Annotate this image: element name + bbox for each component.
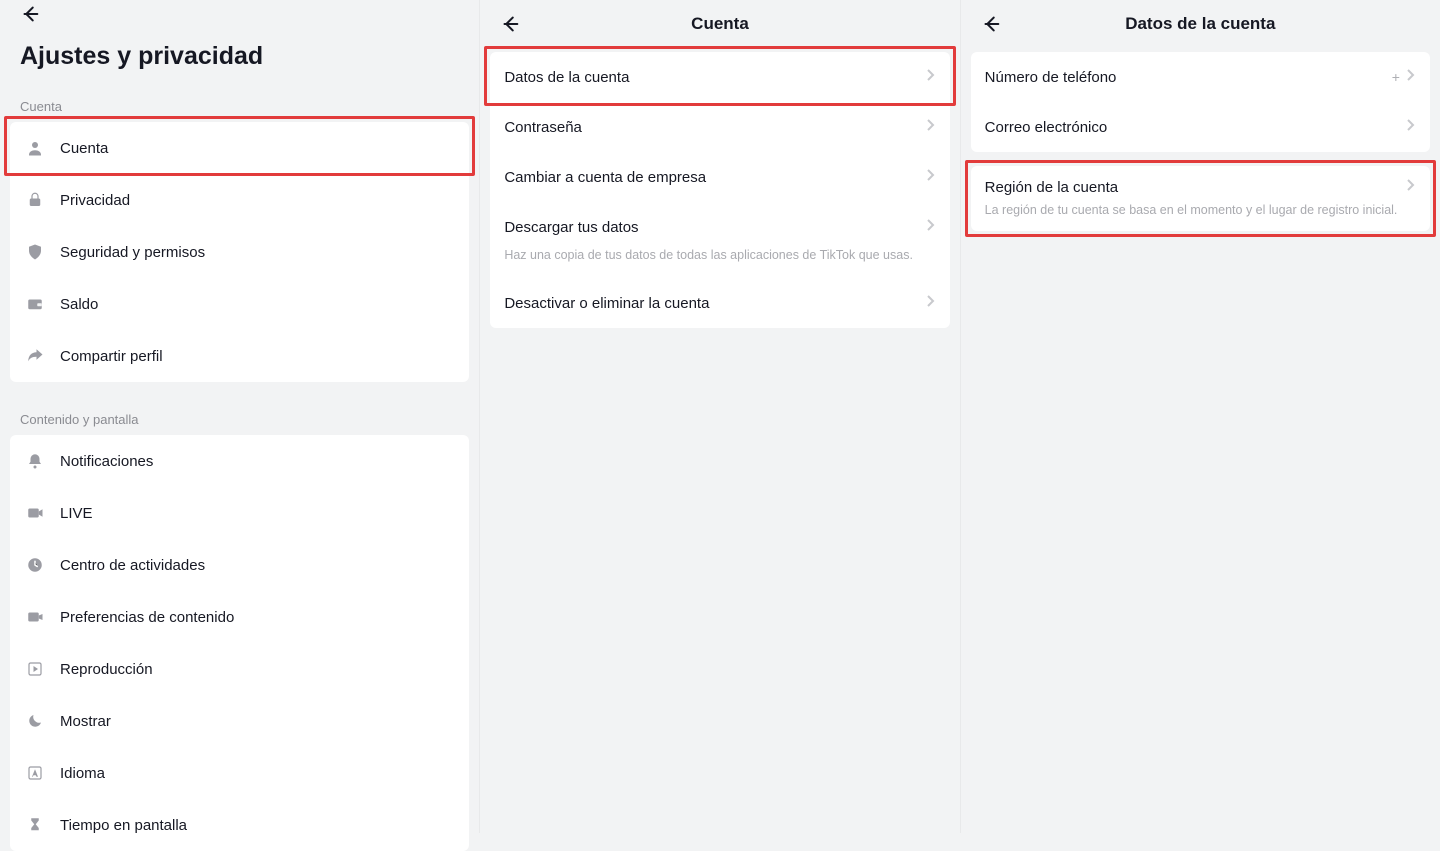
item-label: Saldo — [60, 296, 455, 313]
item-live[interactable]: LIVE — [10, 487, 469, 539]
chevron-right-icon — [926, 294, 936, 313]
item-label: Desactivar o eliminar la cuenta — [504, 295, 925, 312]
item-label: Reproducción — [60, 661, 455, 678]
item-datos-cuenta[interactable]: Datos de la cuenta — [490, 52, 949, 102]
item-label: Datos de la cuenta — [504, 69, 925, 86]
chevron-right-icon — [926, 118, 936, 137]
header-title: Datos de la cuenta — [961, 14, 1440, 34]
item-label: LIVE — [60, 505, 455, 522]
item-label: Privacidad — [60, 192, 455, 209]
page-title: Ajustes y privacidad — [0, 28, 479, 85]
item-label: Idioma — [60, 765, 455, 782]
shield-icon — [24, 241, 46, 263]
panel-datos-cuenta: Datos de la cuenta Número de teléfono + … — [960, 0, 1440, 833]
chevron-right-icon — [1406, 118, 1416, 137]
playback-icon — [24, 658, 46, 680]
live-icon — [24, 502, 46, 524]
item-value: + — [1392, 69, 1400, 85]
share-icon — [24, 345, 46, 367]
item-preferencias-contenido[interactable]: Preferencias de contenido — [10, 591, 469, 643]
item-tiempo-pantalla[interactable]: Tiempo en pantalla — [10, 799, 469, 851]
item-region[interactable]: Región de la cuenta La región de tu cuen… — [971, 166, 1430, 231]
item-desactivar-eliminar[interactable]: Desactivar o eliminar la cuenta — [490, 278, 949, 328]
item-correo[interactable]: Correo electrónico — [971, 102, 1430, 152]
item-compartir[interactable]: Compartir perfil — [10, 330, 469, 382]
item-saldo[interactable]: Saldo — [10, 278, 469, 330]
header: Datos de la cuenta — [961, 0, 1440, 48]
video-icon — [24, 606, 46, 628]
item-cuenta[interactable]: Cuenta — [10, 122, 469, 174]
item-privacidad[interactable]: Privacidad — [10, 174, 469, 226]
chevron-right-icon — [1406, 178, 1416, 197]
clock-icon — [24, 554, 46, 576]
item-label: Preferencias de contenido — [60, 609, 455, 626]
chevron-right-icon — [926, 168, 936, 187]
back-arrow-icon — [980, 13, 1002, 35]
item-label: Cambiar a cuenta de empresa — [504, 169, 925, 186]
item-label: Descargar tus datos — [504, 219, 925, 236]
back-button[interactable] — [16, 0, 44, 28]
language-icon — [24, 762, 46, 784]
item-notificaciones[interactable]: Notificaciones — [10, 435, 469, 487]
user-icon — [24, 137, 46, 159]
item-seguridad[interactable]: Seguridad y permisos — [10, 226, 469, 278]
moon-icon — [24, 710, 46, 732]
header: Cuenta — [480, 0, 959, 48]
card-cuenta-options: Datos de la cuenta Contraseña Cambiar a … — [490, 52, 949, 328]
back-arrow-icon — [499, 13, 521, 35]
item-label: Contraseña — [504, 119, 925, 136]
back-button[interactable] — [496, 10, 524, 38]
panel-settings: Ajustes y privacidad Cuenta Cuenta Priva… — [0, 0, 479, 833]
item-telefono[interactable]: Número de teléfono + — [971, 52, 1430, 102]
item-reproduccion[interactable]: Reproducción — [10, 643, 469, 695]
lock-icon — [24, 189, 46, 211]
item-label: Mostrar — [60, 713, 455, 730]
bell-icon — [24, 450, 46, 472]
item-label: Centro de actividades — [60, 557, 455, 574]
item-label: Correo electrónico — [985, 119, 1406, 136]
card-contact: Número de teléfono + Correo electrónico — [971, 52, 1430, 152]
item-label: Tiempo en pantalla — [60, 817, 455, 834]
back-arrow-icon — [19, 3, 41, 25]
card-content: Notificaciones LIVE Centro de actividade… — [10, 435, 469, 851]
item-idioma[interactable]: Idioma — [10, 747, 469, 799]
section-label-account: Cuenta — [0, 85, 479, 122]
item-label: Región de la cuenta — [985, 179, 1406, 196]
item-contrasena[interactable]: Contraseña — [490, 102, 949, 152]
item-label: Seguridad y permisos — [60, 244, 455, 261]
item-descargar-datos[interactable]: Descargar tus datos — [490, 202, 949, 252]
item-cuenta-empresa[interactable]: Cambiar a cuenta de empresa — [490, 152, 949, 202]
header — [0, 0, 479, 28]
card-account: Cuenta Privacidad Seguridad y permisos S… — [10, 122, 469, 382]
item-label: Notificaciones — [60, 453, 455, 470]
card-region: Región de la cuenta La región de tu cuen… — [971, 166, 1430, 231]
item-mostrar[interactable]: Mostrar — [10, 695, 469, 747]
chevron-right-icon — [926, 68, 936, 87]
item-label: Compartir perfil — [60, 348, 455, 365]
item-label: Cuenta — [60, 140, 455, 157]
item-centro-actividades[interactable]: Centro de actividades — [10, 539, 469, 591]
chevron-right-icon — [926, 218, 936, 237]
item-subtext: La región de tu cuenta se basa en el mom… — [985, 201, 1416, 219]
item-label: Número de teléfono — [985, 69, 1392, 86]
panel-cuenta: Cuenta Datos de la cuenta Contraseña Cam… — [479, 0, 959, 833]
chevron-right-icon — [1406, 68, 1416, 87]
section-label-content: Contenido y pantalla — [0, 398, 479, 435]
back-button[interactable] — [977, 10, 1005, 38]
wallet-icon — [24, 293, 46, 315]
header-title: Cuenta — [480, 14, 959, 34]
